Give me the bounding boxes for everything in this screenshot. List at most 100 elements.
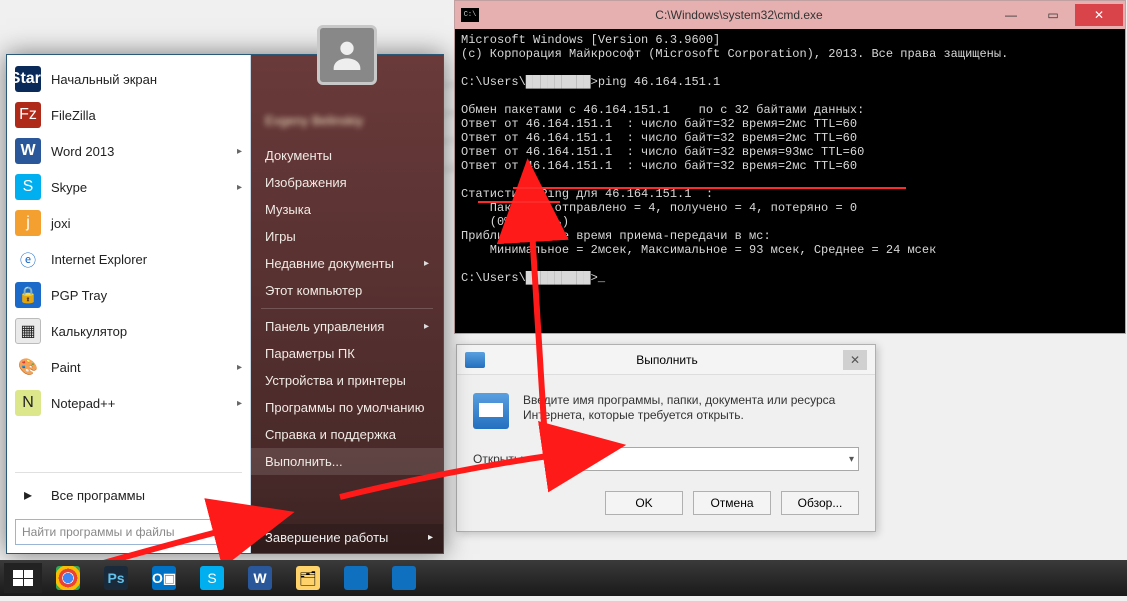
- start-menu-item-label: Notepad++: [51, 396, 227, 411]
- run-icon: [473, 393, 509, 429]
- run-dialog: Выполнить ✕ Введите имя программы, папки…: [456, 344, 876, 532]
- run-title-icon: [465, 352, 485, 368]
- start-menu-item-joxi[interactable]: jjoxi: [7, 205, 250, 241]
- close-button[interactable]: ✕: [1075, 4, 1123, 26]
- search-input[interactable]: Найти программы и файлы 🔍: [15, 519, 242, 545]
- start-menu-item-label: Paint: [51, 360, 227, 375]
- start-menu-item-label: FileZilla: [51, 108, 242, 123]
- taskbar-item-chrome[interactable]: [46, 563, 90, 593]
- all-programs-label: Все программы: [51, 488, 242, 503]
- cmd-title: C:\Windows\system32\cmd.exe: [487, 8, 991, 22]
- start-menu-item-fz[interactable]: FzFileZilla: [7, 97, 250, 133]
- start-menu-item-skype[interactable]: SSkype▸: [7, 169, 250, 205]
- browse-button[interactable]: Обзор...: [781, 491, 859, 515]
- run-titlebar[interactable]: Выполнить ✕: [457, 345, 875, 375]
- search-icon: 🔍: [220, 525, 235, 539]
- open-value: cmd: [550, 452, 573, 466]
- start-menu-right-item[interactable]: Справка и поддержка: [251, 421, 443, 448]
- start-menu-right-item[interactable]: Музыка: [251, 196, 443, 223]
- ok-button[interactable]: OK: [605, 491, 683, 515]
- taskbar-item-tile1[interactable]: [334, 563, 378, 593]
- chevron-right-icon: ▸: [237, 182, 242, 193]
- start-menu-item-calc[interactable]: ▦Калькулятор: [7, 313, 250, 349]
- start-menu: StartНачальный экранFzFileZillaWWord 201…: [6, 54, 444, 554]
- start-menu-right-label: Игры: [265, 229, 296, 244]
- user-name[interactable]: Evgeny Belinskiy: [251, 105, 443, 142]
- taskbar-item-word[interactable]: W: [238, 563, 282, 593]
- start-menu-right-label: Этот компьютер: [265, 283, 362, 298]
- minimize-button[interactable]: —: [991, 4, 1031, 26]
- start-menu-right-item[interactable]: Игры: [251, 223, 443, 250]
- maximize-button[interactable]: ▭: [1033, 4, 1073, 26]
- start-menu-right-item[interactable]: Параметры ПК: [251, 340, 443, 367]
- cmd-titlebar[interactable]: C:\Windows\system32\cmd.exe — ▭ ✕: [455, 1, 1125, 29]
- search-placeholder: Найти программы и файлы: [22, 525, 175, 539]
- start-menu-right-item[interactable]: Программы по умолчанию: [251, 394, 443, 421]
- user-icon: [327, 35, 367, 75]
- start-button[interactable]: [4, 563, 42, 593]
- start-menu-item-label: Начальный экран: [51, 72, 242, 87]
- cmd-icon: [461, 8, 479, 22]
- start-menu-right-item[interactable]: Выполнить...: [251, 448, 443, 475]
- start-menu-right-label: Панель управления: [265, 319, 384, 334]
- start-menu-right-item[interactable]: Устройства и принтеры: [251, 367, 443, 394]
- start-menu-item-pgp[interactable]: 🔒PGP Tray: [7, 277, 250, 313]
- cancel-button[interactable]: Отмена: [693, 491, 771, 515]
- start-menu-right-label: Параметры ПК: [265, 346, 355, 361]
- start-menu-item-label: Word 2013: [51, 144, 227, 159]
- start-menu-item-paint[interactable]: 🎨Paint▸: [7, 349, 250, 385]
- start-menu-left: StartНачальный экранFzFileZillaWWord 201…: [7, 55, 251, 553]
- open-combobox[interactable]: cmd ▾: [545, 447, 859, 471]
- start-menu-item-label: PGP Tray: [51, 288, 242, 303]
- chevron-right-icon: ▸: [237, 362, 242, 373]
- windows-logo-icon: [13, 570, 33, 586]
- divider: [261, 308, 433, 309]
- start-menu-right-label: Недавние документы: [265, 256, 394, 271]
- start-menu-item-label: Internet Explorer: [51, 252, 242, 267]
- open-label: Открыть:: [473, 452, 537, 466]
- taskbar-item-photoshop[interactable]: Ps: [94, 563, 138, 593]
- close-button[interactable]: ✕: [843, 350, 867, 370]
- start-menu-item-npp[interactable]: NNotepad++▸: [7, 385, 250, 421]
- all-programs[interactable]: ▸ Все программы: [7, 477, 250, 513]
- start-menu-right-label: Справка и поддержка: [265, 427, 396, 442]
- taskbar-item-explorer[interactable]: 🗂: [286, 563, 330, 593]
- start-menu-item-label: Калькулятор: [51, 324, 242, 339]
- run-instruction: Введите имя программы, папки, документа …: [523, 393, 859, 429]
- run-title: Выполнить: [491, 353, 843, 367]
- chevron-right-icon: ▸: [424, 258, 429, 269]
- shutdown-label: Завершение работы: [265, 530, 388, 545]
- shutdown-button[interactable]: Завершение работы ▸: [251, 524, 443, 553]
- start-menu-item-label: joxi: [51, 216, 242, 231]
- chevron-down-icon: ▾: [849, 454, 854, 465]
- taskbar: PsO▣SW🗂: [0, 560, 1127, 596]
- start-menu-right-item[interactable]: Недавние документы ▸: [251, 250, 443, 277]
- chevron-right-icon: ▸: [428, 532, 433, 543]
- start-menu-right-label: Устройства и принтеры: [265, 373, 406, 388]
- start-menu-right: Evgeny Belinskiy Документы Изображения Муз…: [251, 55, 443, 553]
- taskbar-item-skype[interactable]: S: [190, 563, 234, 593]
- start-menu-right-item[interactable]: Изображения: [251, 169, 443, 196]
- cmd-output[interactable]: Microsoft Windows [Version 6.3.9600] (c)…: [455, 29, 1125, 289]
- start-menu-item-label: Skype: [51, 180, 227, 195]
- start-menu-right-item[interactable]: Панель управления ▸: [251, 313, 443, 340]
- taskbar-item-outlook[interactable]: O▣: [142, 563, 186, 593]
- start-menu-right-item[interactable]: Документы: [251, 142, 443, 169]
- start-menu-item-word[interactable]: WWord 2013▸: [7, 133, 250, 169]
- start-menu-right-item[interactable]: Этот компьютер: [251, 277, 443, 304]
- start-menu-item-ie[interactable]: ⓔInternet Explorer: [7, 241, 250, 277]
- taskbar-item-tile2[interactable]: [382, 563, 426, 593]
- start-menu-right-label: Музыка: [265, 202, 311, 217]
- start-menu-right-label: Выполнить...: [265, 454, 343, 469]
- cmd-window: C:\Windows\system32\cmd.exe — ▭ ✕ Micros…: [454, 0, 1126, 334]
- start-menu-right-label: Документы: [265, 148, 332, 163]
- chevron-right-icon: ▸: [424, 321, 429, 332]
- start-menu-right-label: Программы по умолчанию: [265, 400, 424, 415]
- chevron-right-icon: ▸: [15, 482, 41, 508]
- chevron-right-icon: ▸: [237, 398, 242, 409]
- start-menu-right-label: Изображения: [265, 175, 347, 190]
- start-menu-item-start[interactable]: StartНачальный экран: [7, 61, 250, 97]
- avatar[interactable]: [317, 25, 377, 85]
- divider: [15, 472, 242, 473]
- chevron-right-icon: ▸: [237, 146, 242, 157]
